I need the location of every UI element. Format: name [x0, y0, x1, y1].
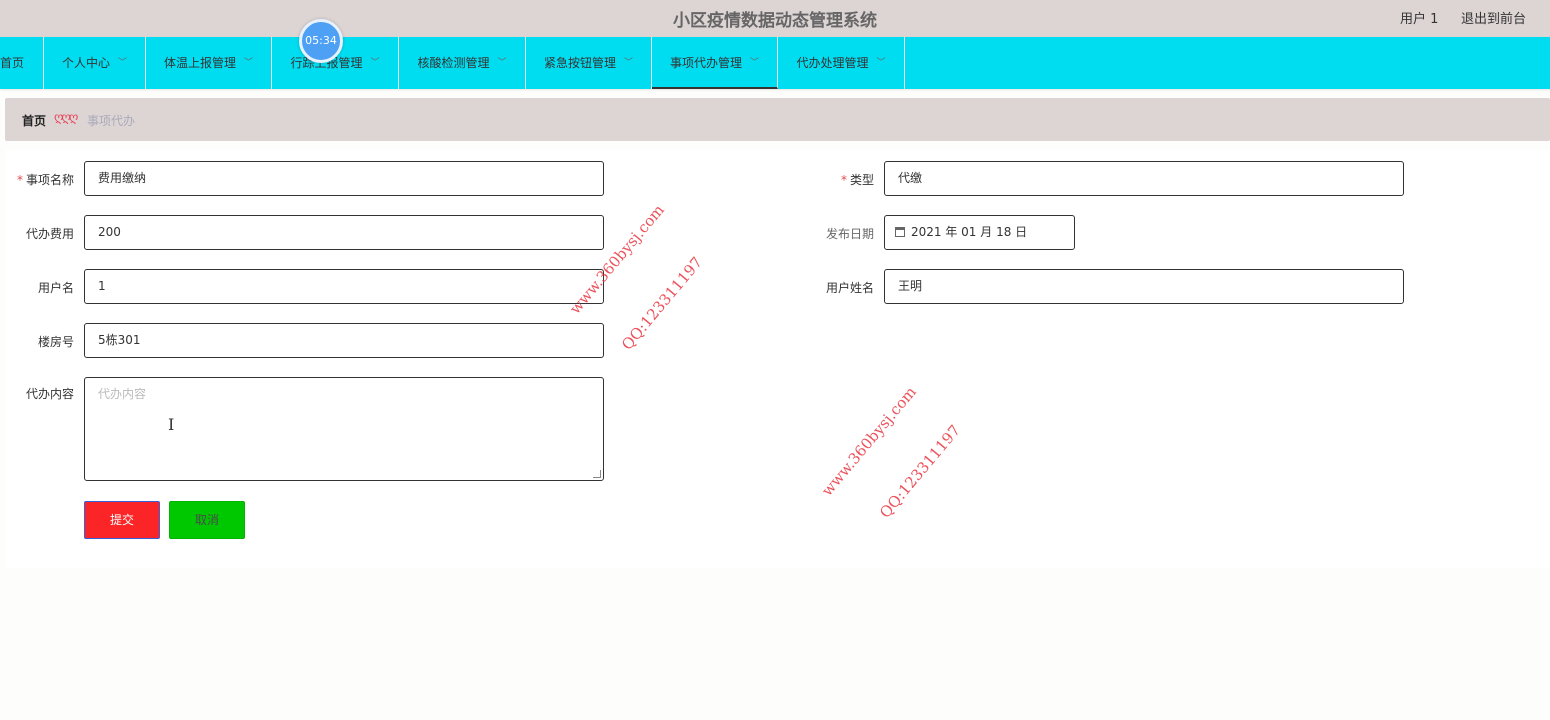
calendar-icon — [895, 227, 905, 237]
timer-badge: 05:34 — [299, 19, 343, 63]
user-realname-input[interactable]: 王明 — [884, 269, 1404, 304]
nav-item-label: 事项代办管理 — [669, 56, 742, 70]
nav-item-label: 代办处理管理 — [796, 56, 869, 70]
nav-item-personal-center[interactable]: 个人中心 ﹀ — [44, 37, 146, 89]
content-placeholder: 代办内容 — [98, 387, 147, 401]
item-name-label: * 事项名称 — [16, 173, 74, 187]
submit-button[interactable]: 提交 — [84, 501, 160, 539]
nav-item-errand-management[interactable]: 事项代办管理 ﹀ — [652, 37, 778, 89]
nav-item-label: 紧急按钮管理 — [543, 56, 616, 70]
chevron-down-icon: ﹀ — [244, 58, 254, 68]
chevron-down-icon: ﹀ — [624, 58, 634, 68]
chevron-down-icon: ﹀ — [876, 58, 886, 68]
nav-item-nucleic-test[interactable]: 核酸检测管理 ﹀ — [399, 37, 526, 89]
nav-item-label: 体温上报管理 — [163, 56, 236, 70]
username-label: 用户名 — [37, 281, 74, 295]
nav-item-label: 首页 — [0, 56, 25, 70]
publish-date-label: 发布日期 — [825, 227, 874, 241]
text-cursor-icon: I — [168, 415, 175, 434]
nav-item-temperature-report[interactable]: 体温上报管理 ﹀ — [146, 37, 272, 89]
chevron-down-icon: ﹀ — [370, 58, 380, 68]
main-nav-bar: 首页 个人中心 ﹀ 体温上报管理 ﹀ 行踪上报管理 ﹀ 核酸检测管理 ﹀ 紧急按钮管理 ﹀… — [0, 37, 1550, 89]
item-name-input[interactable]: 费用缴纳 — [84, 161, 604, 196]
cancel-button[interactable]: 取消 — [169, 501, 245, 539]
building-label: 楼房号 — [37, 335, 74, 349]
top-header-bar: 小区疫情数据动态管理系统 用户 1 退出到前台 — [0, 0, 1550, 37]
fee-input[interactable]: 200 — [84, 215, 604, 250]
breadcrumb-home[interactable]: 首页 — [22, 112, 46, 129]
chevron-down-icon: ﹀ — [497, 58, 507, 68]
publish-date-value: 2021 年 01 月 18 日 — [911, 225, 1028, 239]
nav-item-errand-processing[interactable]: 代办处理管理 ﹀ — [778, 37, 905, 89]
user-realname-label: 用户姓名 — [825, 281, 874, 295]
required-mark: * — [840, 173, 847, 187]
chevron-down-icon: ﹀ — [750, 58, 760, 68]
breadcrumb-current: 事项代办 — [87, 114, 136, 128]
app-title: 小区疫情数据动态管理系统 — [673, 11, 877, 31]
breadcrumb-separator-icon: ღღღ — [54, 110, 78, 124]
exit-to-frontend-link[interactable]: 退出到前台 — [1461, 8, 1526, 27]
publish-date-picker[interactable]: 2021 年 01 月 18 日 — [884, 215, 1075, 250]
nav-item-emergency-button[interactable]: 紧急按钮管理 ﹀ — [526, 37, 652, 89]
username-input[interactable]: 1 — [84, 269, 604, 304]
fee-label: 代办费用 — [25, 227, 74, 241]
breadcrumb: 首页 ღღღ 事项代办 — [5, 98, 1550, 141]
nav-item-home[interactable]: 首页 — [0, 37, 44, 89]
nav-item-label: 个人中心 — [61, 56, 110, 70]
nav-item-label: 核酸检测管理 — [417, 56, 490, 70]
resize-grip-icon[interactable] — [593, 470, 601, 478]
type-label: * 类型 — [840, 173, 874, 187]
current-user-label: 用户 1 — [1400, 12, 1439, 27]
content-textarea[interactable]: 代办内容 — [84, 377, 604, 481]
type-input[interactable]: 代缴 — [884, 161, 1404, 196]
building-input[interactable]: 5栋301 — [84, 323, 604, 358]
chevron-down-icon: ﹀ — [118, 58, 128, 68]
content-label: 代办内容 — [25, 387, 74, 401]
required-mark: * — [16, 173, 23, 187]
